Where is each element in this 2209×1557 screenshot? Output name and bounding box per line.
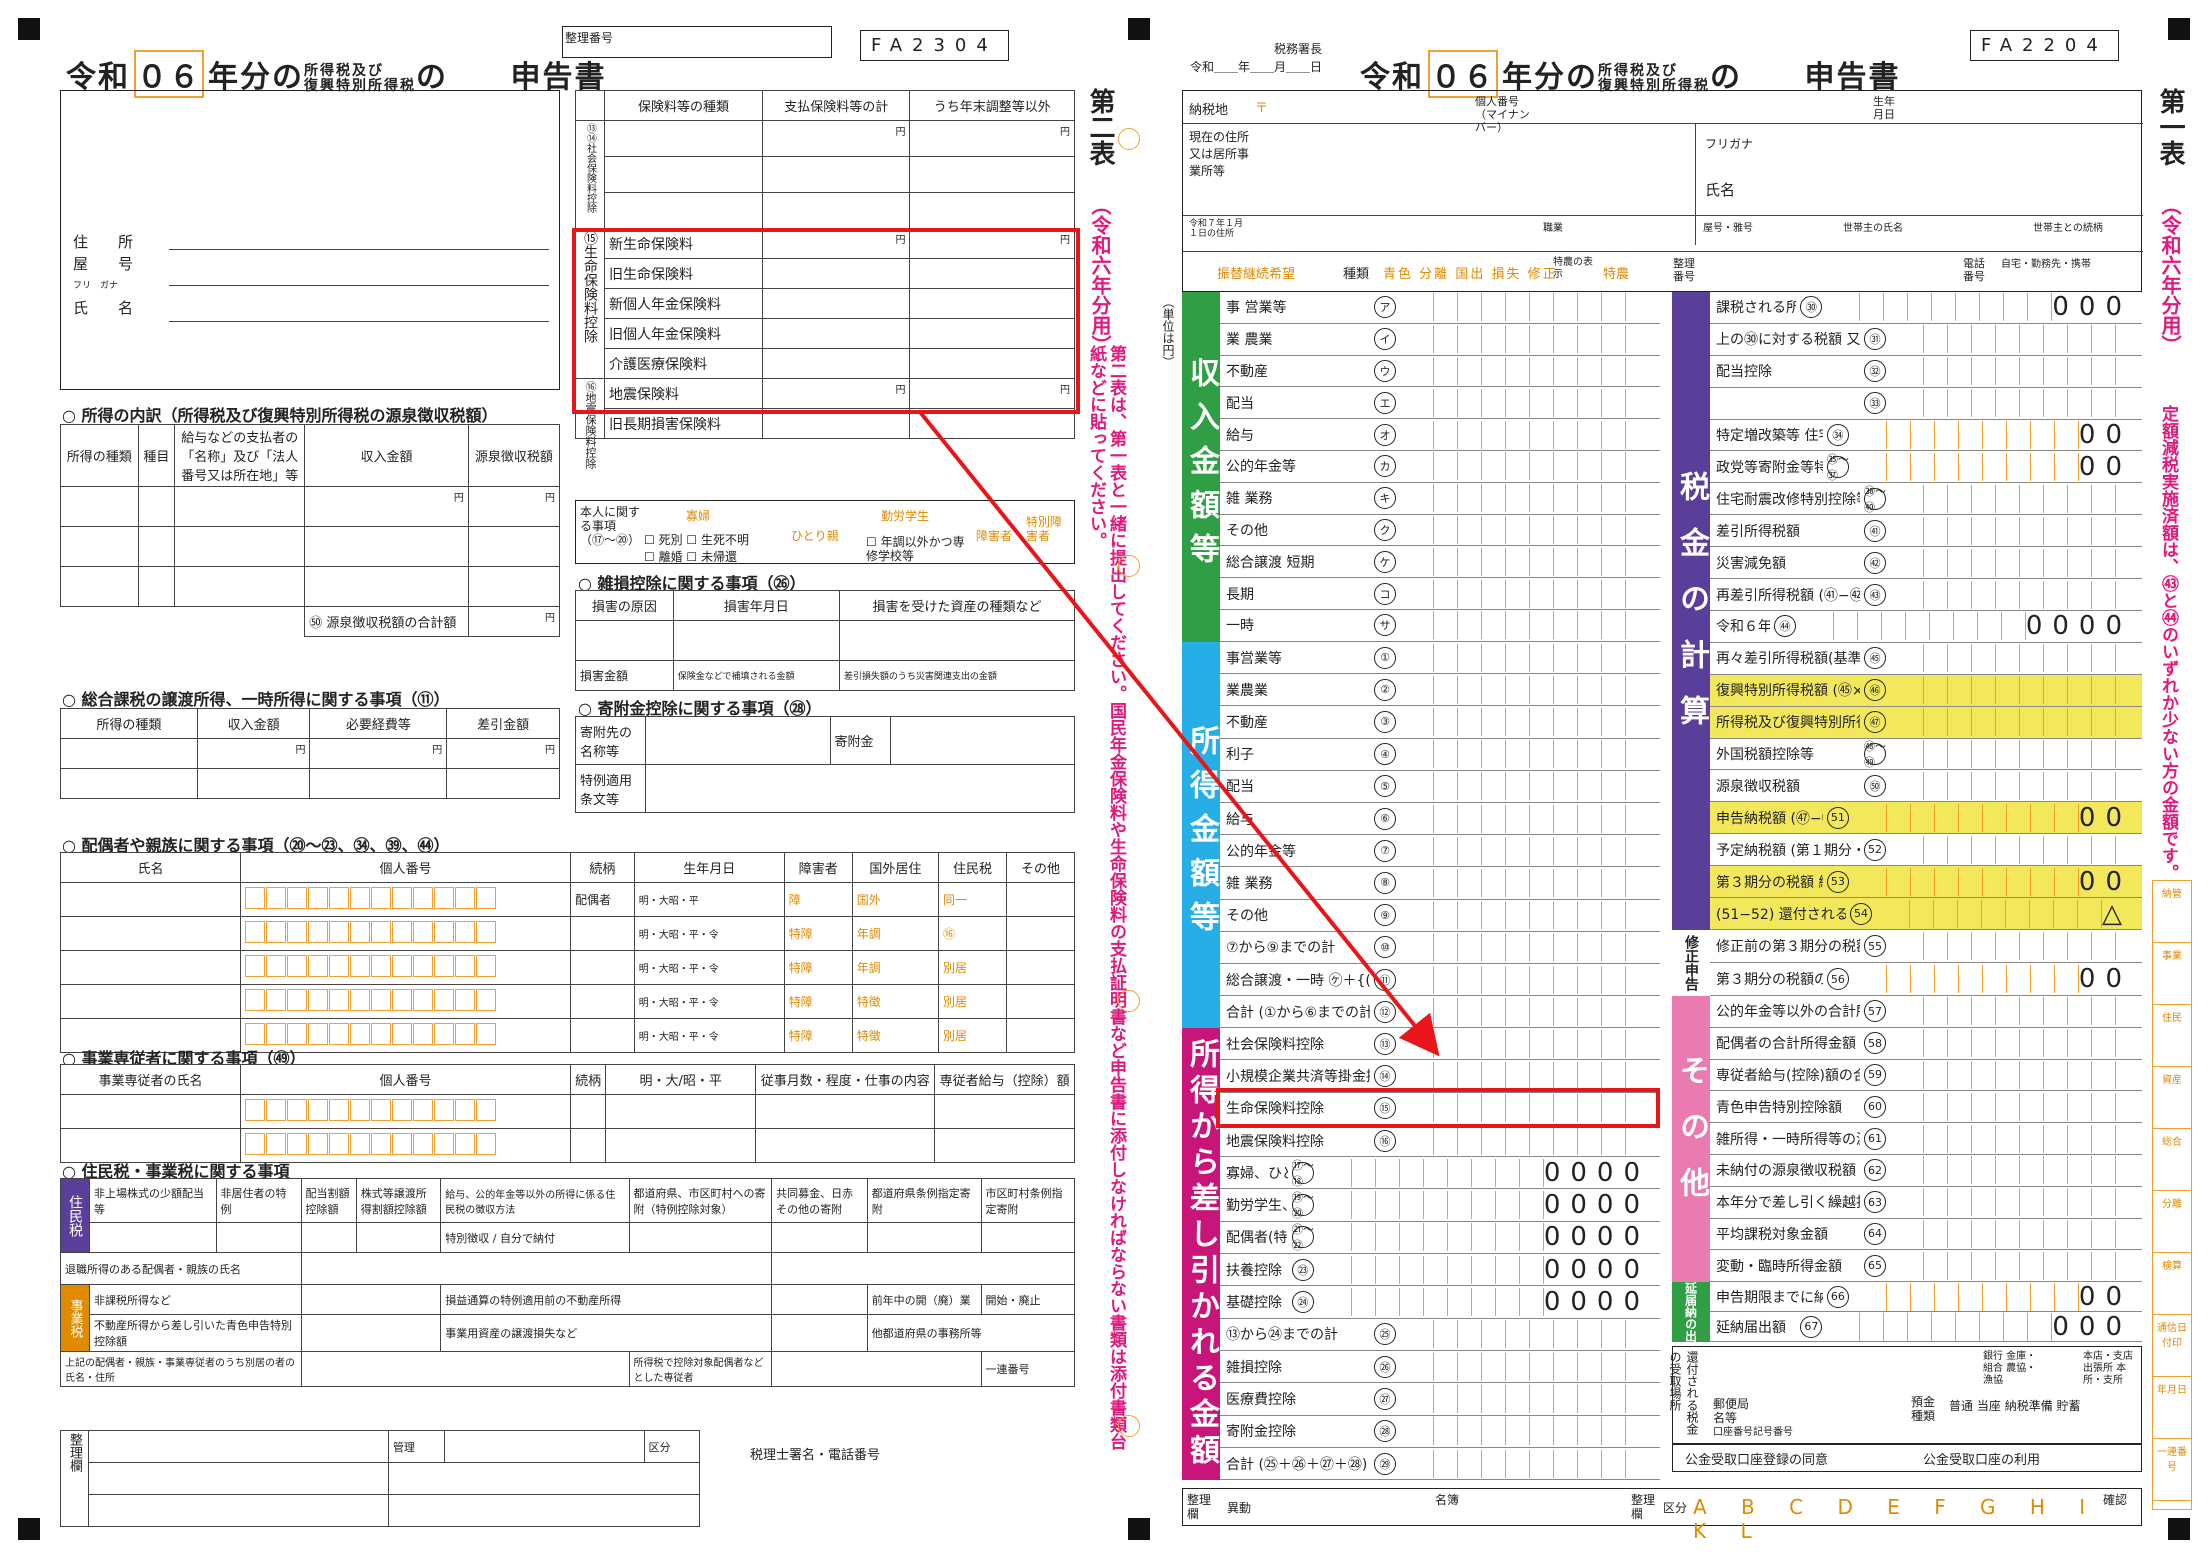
arrow-connector <box>918 410 1440 1057</box>
